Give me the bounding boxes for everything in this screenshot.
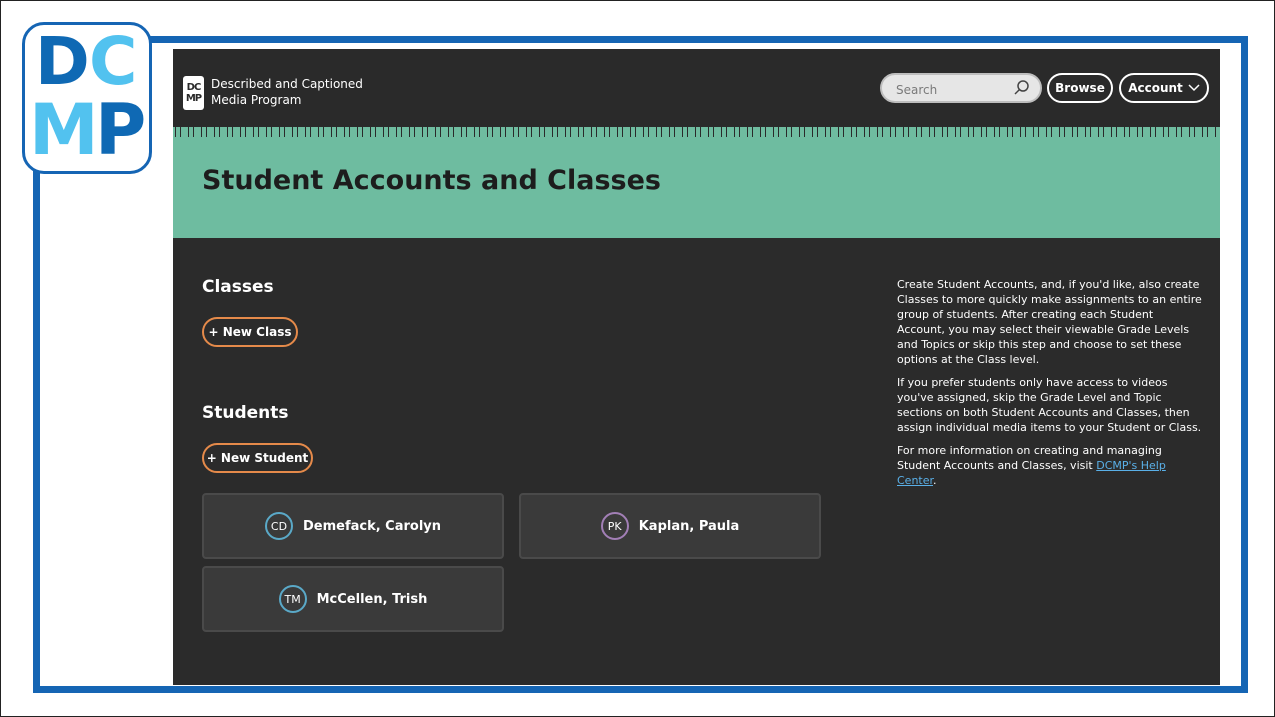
site-logo-mark[interactable]: DC MP — [183, 76, 204, 110]
logo-letter-p: P — [95, 89, 146, 171]
new-class-label: + New Class — [208, 325, 292, 339]
student-card[interactable]: CD Demefack, Carolyn — [202, 493, 504, 559]
site-logo-top: DC — [186, 82, 202, 93]
student-name: McCellen, Trish — [316, 591, 428, 607]
site-header: DC MP Described and Captioned Media Prog… — [173, 49, 1220, 127]
web-page: DC MP Described and Captioned Media Prog… — [173, 49, 1220, 685]
student-card[interactable]: PK Kaplan, Paula — [519, 493, 821, 559]
logo-letter-m: M — [29, 89, 99, 171]
logo-letter-d: D — [35, 23, 90, 100]
logo-letter-c: C — [89, 23, 137, 100]
info-paragraph: Create Student Accounts, and, if you'd l… — [897, 278, 1202, 366]
account-label: Account — [1128, 81, 1183, 95]
browse-label: Browse — [1055, 81, 1105, 95]
site-logo-bottom: MP — [185, 93, 202, 104]
info-text: . — [933, 474, 937, 487]
chevron-down-icon — [1188, 84, 1200, 92]
avatar: TM — [278, 585, 307, 613]
search-input[interactable] — [894, 79, 1008, 101]
site-name-line1: Described and Captioned — [211, 77, 363, 91]
search-box — [880, 73, 1042, 103]
site-name[interactable]: Described and Captioned Media Program — [211, 76, 411, 108]
search-icon[interactable] — [1012, 79, 1030, 97]
avatar: PK — [600, 512, 629, 540]
student-name: Kaplan, Paula — [638, 518, 740, 534]
classes-heading: Classes — [202, 277, 274, 297]
info-panel: Create Student Accounts, and, if you'd l… — [897, 277, 1202, 496]
student-name: Demefack, Carolyn — [302, 518, 442, 534]
student-card[interactable]: TM McCellen, Trish — [202, 566, 504, 632]
info-paragraph: If you prefer students only have access … — [897, 376, 1202, 434]
new-student-button[interactable]: + New Student — [202, 443, 313, 473]
site-name-line2: Media Program — [211, 93, 302, 107]
students-heading: Students — [202, 403, 289, 423]
browse-button[interactable]: Browse — [1047, 73, 1113, 103]
page-title: Student Accounts and Classes — [202, 165, 661, 196]
info-paragraph: For more information on creating and man… — [897, 443, 1202, 488]
new-student-label: + New Student — [206, 451, 309, 465]
avatar: CD — [264, 512, 293, 540]
account-button[interactable]: Account — [1119, 73, 1209, 103]
new-class-button[interactable]: + New Class — [202, 317, 298, 347]
dcmp-logo: D C M P — [22, 22, 152, 174]
page-banner: Student Accounts and Classes — [173, 137, 1220, 238]
